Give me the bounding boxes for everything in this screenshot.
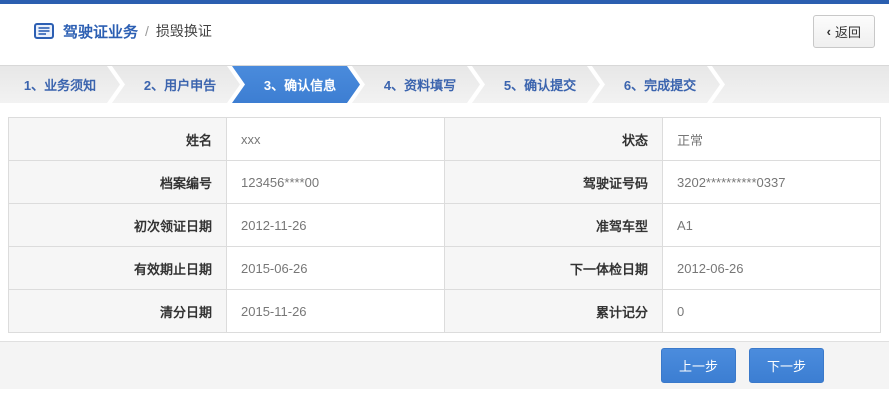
- field-value-expiry-date: 2015-06-26: [226, 246, 445, 290]
- field-label-status: 状态: [444, 117, 663, 161]
- step-bar-filler: [712, 66, 889, 103]
- table-row: 初次领证日期 2012-11-26 准驾车型 A1: [8, 203, 881, 247]
- next-step-button[interactable]: 下一步: [748, 348, 824, 383]
- field-label-license-number: 驾驶证号码: [444, 160, 663, 204]
- page: 驾驶证业务 / 损毁换证 ‹ 返回 1、业务须知 2、用户申告 3、确认信息 4…: [0, 0, 889, 405]
- field-label-expiry-date: 有效期止日期: [8, 246, 227, 290]
- table-row: 档案编号 123456****00 驾驶证号码 3202**********03…: [8, 160, 881, 204]
- field-label-accumulated-points: 累计记分: [444, 289, 663, 333]
- field-label-name: 姓名: [8, 117, 227, 161]
- step-1-business-notice[interactable]: 1、业务须知: [0, 66, 120, 103]
- breadcrumb-current: 损毁换证: [155, 23, 212, 39]
- previous-step-button[interactable]: 上一步: [660, 348, 736, 383]
- step-label: 1、业务须知: [23, 78, 97, 93]
- field-value-first-issue-date: 2012-11-26: [226, 203, 445, 247]
- field-label-archive-number: 档案编号: [8, 160, 227, 204]
- breadcrumb: 驾驶证业务 / 损毁换证: [34, 21, 212, 42]
- table-row: 清分日期 2015-11-26 累计记分 0: [8, 289, 881, 333]
- step-3-confirm-info[interactable]: 3、确认信息: [232, 66, 360, 103]
- field-label-first-issue-date: 初次领证日期: [8, 203, 227, 247]
- back-button[interactable]: ‹ 返回: [812, 14, 875, 48]
- step-navigation: 1、业务须知 2、用户申告 3、确认信息 4、资料填写 5、确认提交 6、完成提…: [0, 65, 889, 103]
- step-label: 3、确认信息: [263, 78, 337, 93]
- field-label-points-clear-date: 清分日期: [8, 289, 227, 333]
- field-value-next-physical-date: 2012-06-26: [662, 246, 881, 290]
- field-value-vehicle-type: A1: [662, 203, 881, 247]
- wizard-footer: 上一步 下一步: [0, 341, 889, 389]
- field-value-accumulated-points: 0: [662, 289, 881, 333]
- table-row: 有效期止日期 2015-06-26 下一体检日期 2012-06-26: [8, 246, 881, 290]
- field-value-points-clear-date: 2015-11-26: [226, 289, 445, 333]
- table-row: 姓名 xxx 状态 正常: [8, 117, 881, 161]
- step-2-user-declaration[interactable]: 2、用户申告: [112, 66, 240, 103]
- step-4-fill-materials[interactable]: 4、资料填写: [352, 66, 480, 103]
- back-chevron-icon: ‹: [826, 23, 831, 39]
- license-info-section: 姓名 xxx 状态 正常 档案编号 123456****00 驾驶证号码 320…: [0, 103, 889, 333]
- header-divider-gap: [0, 58, 889, 65]
- page-title: 驾驶证业务: [63, 23, 139, 41]
- field-value-status: 正常: [662, 117, 881, 161]
- field-value-archive-number: 123456****00: [226, 160, 445, 204]
- step-label: 5、确认提交: [503, 78, 577, 93]
- step-label: 6、完成提交: [623, 78, 697, 93]
- step-label: 2、用户申告: [143, 78, 217, 93]
- step-label: 4、资料填写: [383, 78, 457, 93]
- license-card-icon: [34, 23, 54, 39]
- field-label-next-physical-date: 下一体检日期: [444, 246, 663, 290]
- field-value-license-number: 3202**********0337: [662, 160, 881, 204]
- header: 驾驶证业务 / 损毁换证 ‹ 返回: [0, 4, 889, 58]
- field-label-vehicle-type: 准驾车型: [444, 203, 663, 247]
- license-info-table: 姓名 xxx 状态 正常 档案编号 123456****00 驾驶证号码 320…: [8, 117, 881, 333]
- breadcrumb-separator: /: [145, 23, 149, 39]
- field-value-name: xxx: [226, 117, 445, 161]
- back-button-label: 返回: [834, 24, 861, 40]
- step-6-complete-submit[interactable]: 6、完成提交: [592, 66, 720, 103]
- step-5-confirm-submit[interactable]: 5、确认提交: [472, 66, 600, 103]
